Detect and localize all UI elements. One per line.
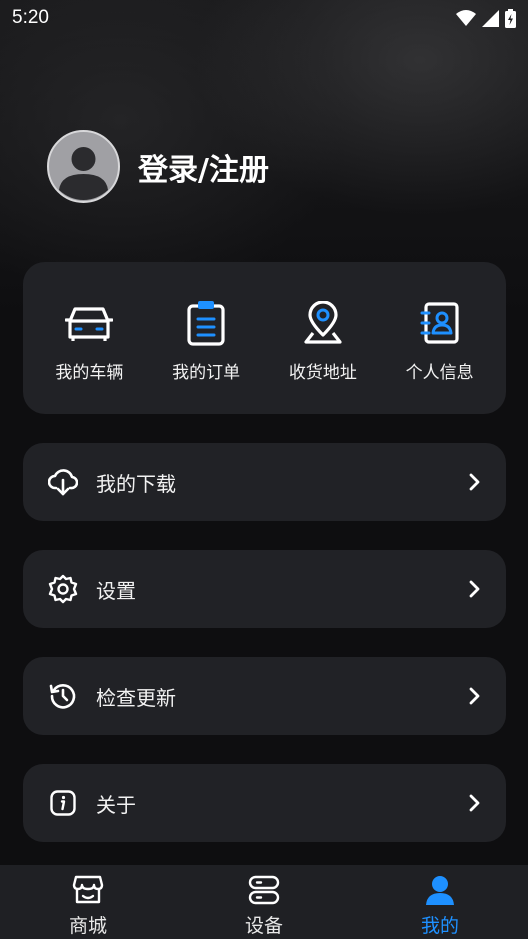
- nav-tab-label: 设备: [244, 915, 283, 937]
- location-pin-icon: [304, 301, 342, 344]
- status-icons: [456, 8, 516, 28]
- quick-action-shipping-address[interactable]: 收货地址: [268, 262, 378, 414]
- nav-tab-mine[interactable]: 我的: [352, 865, 528, 938]
- quick-actions-card: 我的车辆 我的订单 收货地址 个人信息: [23, 262, 506, 414]
- device-icon: [248, 875, 280, 905]
- menu-item-label: 我的下载: [96, 471, 176, 496]
- nav-tab-label: 商城: [68, 915, 107, 937]
- menu-item-about[interactable]: 关于: [23, 764, 506, 842]
- menu-item-check-update[interactable]: 检查更新: [23, 657, 506, 735]
- clipboard-icon: [187, 301, 225, 346]
- quick-action-label: 我的车辆: [55, 363, 124, 383]
- chevron-right-icon: [469, 580, 480, 598]
- store-icon: [72, 875, 104, 904]
- user-icon: [426, 876, 454, 905]
- quick-action-my-orders[interactable]: 我的订单: [151, 262, 261, 414]
- menu-item-label: 关于: [96, 792, 136, 817]
- quick-action-label: 我的订单: [172, 363, 241, 383]
- login-register-link[interactable]: 登录/注册: [138, 145, 269, 189]
- contact-book-icon: [420, 302, 459, 344]
- nav-tab-store[interactable]: 商城: [0, 865, 176, 938]
- info-icon: [50, 790, 76, 816]
- status-time: 5:20: [12, 7, 49, 28]
- car-icon: [65, 307, 114, 341]
- default-user-icon: [59, 147, 108, 200]
- quick-action-my-vehicle[interactable]: 我的车辆: [34, 262, 144, 414]
- chevron-right-icon: [469, 687, 480, 705]
- nav-tab-devices[interactable]: 设备: [176, 865, 352, 938]
- gear-icon: [48, 574, 78, 604]
- battery-icon: [505, 8, 516, 28]
- quick-action-personal-info[interactable]: 个人信息: [385, 262, 495, 414]
- profile-section[interactable]: 登录/注册: [47, 130, 269, 203]
- nav-tab-label: 我的: [420, 915, 459, 937]
- signal-icon: [482, 9, 499, 27]
- chevron-right-icon: [469, 473, 480, 491]
- menu-item-settings[interactable]: 设置: [23, 550, 506, 628]
- menu-item-label: 检查更新: [96, 685, 176, 710]
- history-icon: [49, 684, 76, 709]
- quick-action-label: 个人信息: [405, 363, 474, 383]
- menu-item-my-downloads[interactable]: 我的下载: [23, 443, 506, 521]
- menu-item-label: 设置: [96, 578, 136, 603]
- wifi-icon: [456, 9, 476, 26]
- quick-action-label: 收货地址: [288, 363, 357, 383]
- status-bar: 5:20: [0, 0, 528, 36]
- avatar[interactable]: [47, 130, 120, 203]
- chevron-right-icon: [469, 794, 480, 812]
- cloud-download-icon: [48, 469, 78, 496]
- bottom-navigation: 商城 设备 我的: [0, 865, 528, 939]
